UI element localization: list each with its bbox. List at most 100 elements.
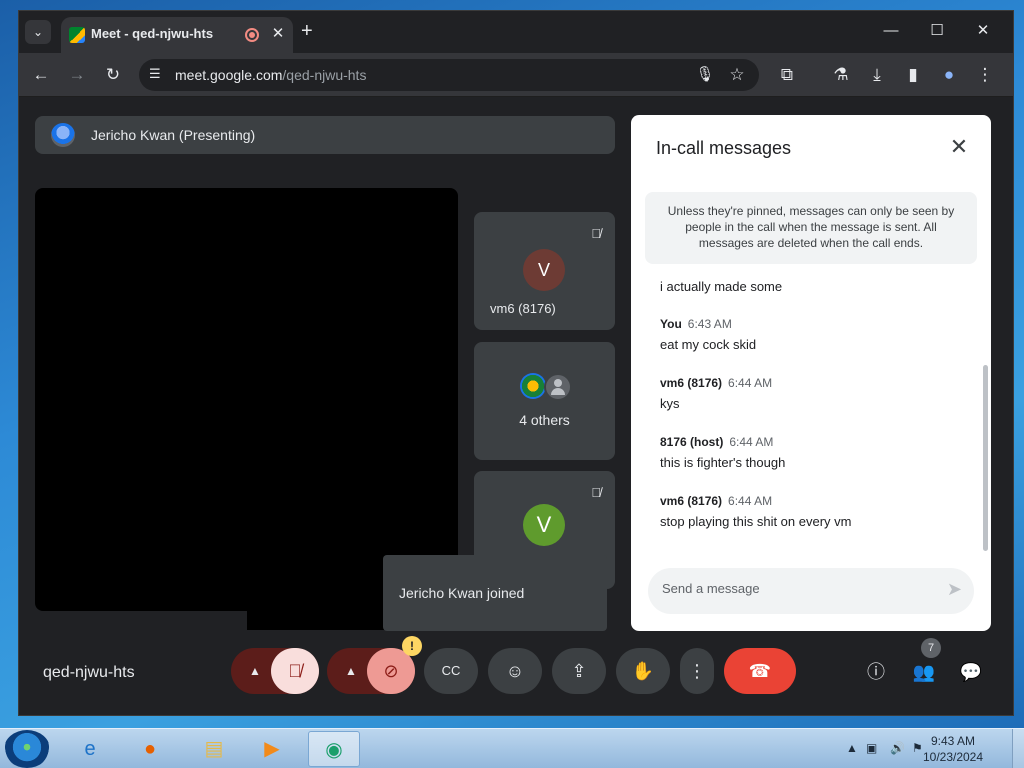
others-avatar-stack	[520, 373, 576, 401]
present-screen-button[interactable]: ⇪	[552, 648, 606, 694]
message-text: eat my cock skid	[660, 337, 757, 352]
people-icon[interactable]: 👥	[909, 657, 939, 687]
close-icon[interactable]: ✕	[945, 133, 973, 161]
list-item: vm6 (8176) 6:44 AM kys	[660, 376, 960, 435]
download-icon[interactable]: ⤓	[865, 63, 889, 87]
forward-arrow-icon[interactable]: →	[65, 63, 89, 87]
call-controls-bar: qed-njwu-hts ▲ 🎙̸ ▲ ⊘ ! CC ☺ ⇪ ✋ ⋮ ☎ ⓘ 👥…	[19, 631, 1013, 715]
extensions-icon[interactable]: ⧉	[775, 63, 799, 87]
mic-control: ▲ 🎙̸	[231, 648, 319, 694]
presenter-avatar	[51, 123, 75, 147]
meeting-info-icon[interactable]: ⓘ	[861, 657, 891, 687]
firefox-icon[interactable]: ●	[124, 731, 176, 767]
new-tab-button[interactable]: +	[301, 21, 313, 41]
chat-notice: Unless they're pinned, messages can only…	[645, 192, 977, 264]
leave-call-button[interactable]: ☎	[724, 648, 796, 694]
reload-icon[interactable]: ↻	[101, 63, 125, 87]
join-notification-toast: Jericho Kwan joined	[383, 555, 607, 631]
avatar: V	[523, 504, 565, 546]
clock-date: 10/23/2024	[922, 750, 984, 764]
show-hidden-icons-icon[interactable]: ▲	[846, 741, 858, 755]
tab-search-button[interactable]: ⌄	[25, 20, 51, 44]
taskbar: e ● ▤ ▶ ◉ ▲ ▣ 🔊 ⚑ 9:43 AM 10/23/2024	[0, 728, 1024, 768]
message-text: this is fighter's though	[660, 455, 786, 470]
maximize-button[interactable]: ☐	[917, 19, 957, 43]
emoji-reactions-button[interactable]: ☺	[488, 648, 542, 694]
video-options-chevron-icon[interactable]: ▲	[337, 648, 365, 694]
meeting-code: qed-njwu-hts	[43, 664, 135, 681]
active-tab[interactable]: Meet - qed-njwu-hts ✕	[61, 17, 293, 53]
internet-explorer-icon[interactable]: e	[64, 731, 116, 767]
chrome-window: ⌄ Meet - qed-njwu-hts ✕ + — ☐ ✕ ← → ↻ ☰ …	[18, 10, 1014, 716]
back-arrow-icon[interactable]: ←	[29, 63, 53, 87]
minimize-button[interactable]: —	[871, 19, 911, 43]
message-sender: 8176 (host)	[660, 435, 724, 449]
message-text: stop playing this shit on every vm	[660, 514, 852, 529]
clock-time: 9:43 AM	[930, 734, 976, 748]
message-time: 6:44 AM	[729, 435, 774, 449]
menu-kebab-icon[interactable]: ⋮	[973, 63, 997, 87]
message-sender: You	[660, 317, 682, 331]
chat-icon[interactable]: 💬	[956, 657, 986, 687]
start-button[interactable]	[4, 730, 50, 768]
microphone-icon[interactable]: 🎙	[693, 63, 717, 87]
close-window-button[interactable]: ✕	[963, 19, 1003, 43]
chat-panel-title: In-call messages	[656, 138, 792, 158]
message-text: kys	[660, 396, 680, 411]
message-text: i actually made some	[660, 279, 783, 294]
mic-muted-icon: 🎙̸	[591, 485, 601, 500]
side-panel-icon[interactable]: ▮	[901, 63, 925, 87]
chat-scrollbar[interactable]	[983, 365, 988, 551]
in-call-messages-panel: In-call messages ✕ Unless they're pinned…	[631, 115, 991, 631]
profile-avatar-icon[interactable]: ●	[937, 63, 961, 87]
list-item: i actually made some	[660, 279, 960, 317]
raise-hand-button[interactable]: ✋	[616, 648, 670, 694]
message-input[interactable]	[662, 581, 922, 596]
message-sender: vm6 (8176)	[660, 376, 723, 390]
address-bar[interactable]: ☰ meet.google.com/qed-njwu-hts 🎙 ☆	[139, 59, 759, 91]
avatar	[520, 373, 546, 399]
send-icon[interactable]: ➤	[947, 579, 962, 600]
tab-title: Meet - qed-njwu-hts	[91, 26, 214, 41]
message-time: 6:44 AM	[728, 376, 773, 390]
presenting-banner[interactable]: Jericho Kwan (Presenting)	[35, 116, 615, 154]
volume-icon[interactable]: 🔊	[890, 741, 905, 755]
media-player-icon[interactable]: ▶	[246, 731, 298, 767]
url-text[interactable]: meet.google.com/qed-njwu-hts	[175, 67, 366, 83]
message-time: 6:43 AM	[687, 317, 732, 331]
toast-text: Jericho Kwan joined	[399, 585, 525, 601]
list-item: You 6:43 AM eat my cock skid	[660, 317, 960, 376]
message-sender: vm6 (8176)	[660, 494, 723, 508]
message-list: i actually made some You 6:43 AM eat my c…	[660, 279, 960, 553]
message-input-container: ➤	[648, 568, 974, 614]
participant-tile[interactable]: 🎙̸ V vm6 (8176)	[474, 212, 615, 330]
system-clock[interactable]: 9:43 AM 10/23/2024	[918, 733, 988, 765]
presenting-label: Jericho Kwan (Presenting)	[91, 127, 256, 143]
file-explorer-icon[interactable]: ▤	[188, 731, 240, 767]
participant-count-badge: 7	[921, 638, 941, 658]
more-options-button[interactable]: ⋮	[680, 648, 714, 694]
others-tile[interactable]: 4 others	[474, 342, 615, 460]
tab-strip: ⌄ Meet - qed-njwu-hts ✕ + — ☐ ✕	[19, 11, 1013, 53]
warning-badge: !	[402, 636, 422, 656]
avatar: V	[523, 249, 565, 291]
recording-indicator-icon	[245, 28, 259, 42]
network-icon[interactable]: ▣	[866, 741, 877, 755]
show-desktop-button[interactable]	[1012, 729, 1024, 768]
message-time: 6:44 AM	[728, 494, 773, 508]
mic-off-button[interactable]: 🎙̸	[271, 648, 319, 694]
others-count-label: 4 others	[519, 412, 570, 428]
captions-button[interactable]: CC	[424, 648, 478, 694]
site-info-icon[interactable]: ☰	[149, 66, 161, 82]
audio-options-chevron-icon[interactable]: ▲	[241, 648, 269, 694]
meet-favicon-icon	[69, 27, 85, 43]
chrome-taskbar-app[interactable]: ◉	[308, 731, 360, 767]
browser-toolbar: ← → ↻ ☰ meet.google.com/qed-njwu-hts 🎙 ☆…	[19, 53, 1013, 97]
labs-flask-icon[interactable]: ⚗	[829, 63, 853, 87]
tab-close-icon[interactable]: ✕	[268, 24, 288, 44]
camera-control: ▲ ⊘ !	[327, 636, 422, 694]
default-avatar-icon	[544, 373, 572, 401]
bookmark-star-icon[interactable]: ☆	[725, 63, 749, 87]
meet-page: Jericho Kwan (Presenting) 🎙̸ V vm6 (8176…	[19, 98, 1013, 715]
participant-name: vm6 (8176)	[490, 301, 556, 316]
